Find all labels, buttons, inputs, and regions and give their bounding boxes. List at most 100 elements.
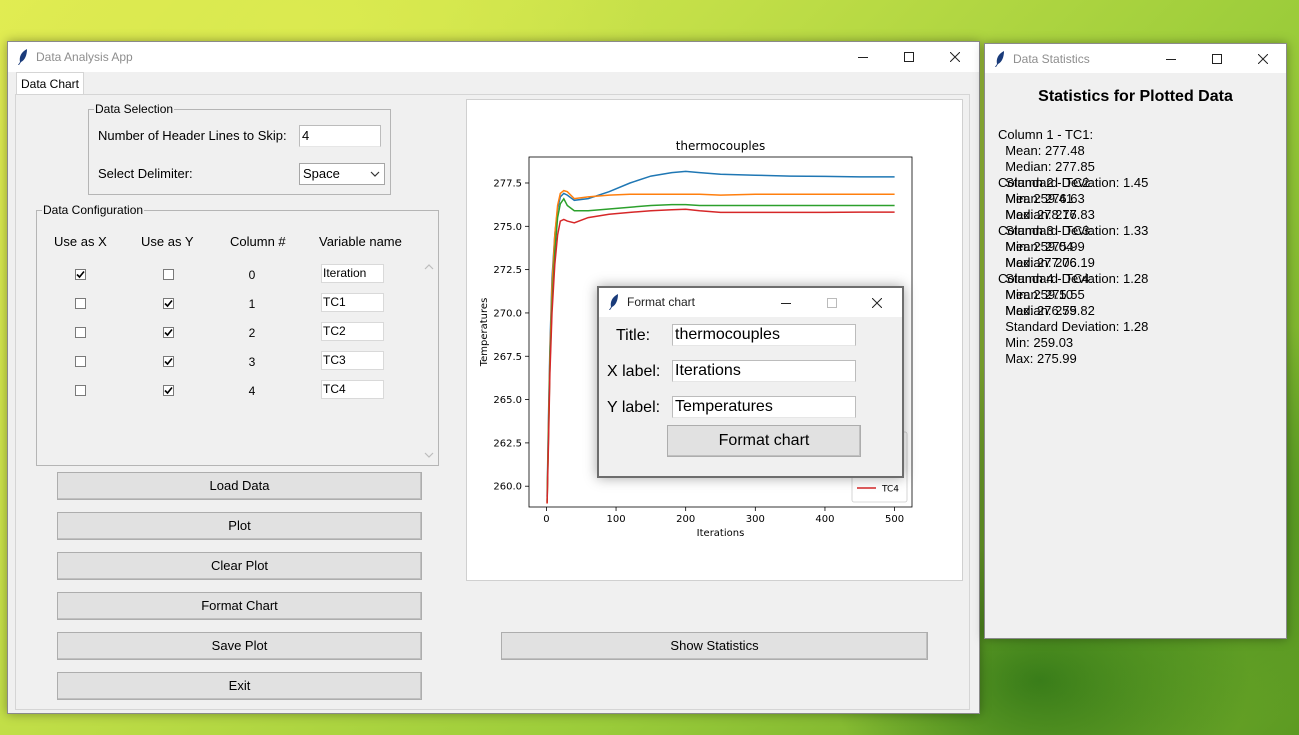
column-number: 0 — [248, 268, 256, 282]
x-tick-label: 200 — [676, 514, 695, 525]
save-plot-button[interactable]: Save Plot — [57, 632, 422, 660]
use-as-y-checkbox[interactable] — [163, 327, 174, 338]
data-selection-frame: Data Selection Number of Header Lines to… — [88, 102, 391, 195]
y-tick-label: 270.0 — [493, 308, 522, 319]
checkmark-icon — [164, 299, 173, 308]
stats-line: Mean: 276.63 — [998, 191, 1085, 206]
y-tick-label: 262.5 — [493, 438, 522, 449]
y-tick-label: 265.0 — [493, 395, 522, 406]
header-column-number: Column # — [230, 234, 286, 249]
y-tick-label: 272.5 — [493, 265, 522, 276]
tab-data-chart[interactable]: Data Chart — [16, 72, 84, 95]
column-number: 3 — [248, 355, 256, 369]
x-tick-label: 300 — [746, 514, 765, 525]
use-as-x-checkbox[interactable] — [75, 298, 86, 309]
exit-button[interactable]: Exit — [57, 672, 422, 700]
stats-line: Median: 276.83 — [998, 207, 1095, 222]
stats-line: Mean: 275.99 — [998, 239, 1085, 254]
data-configuration-frame: Data Configuration Use as X Use as Y Col… — [36, 203, 439, 466]
variable-name-input[interactable]: TC2 — [321, 322, 384, 341]
scroll-up-icon[interactable] — [422, 261, 436, 273]
use-as-x-checkbox[interactable] — [75, 385, 86, 396]
use-as-y-checkbox[interactable] — [163, 269, 174, 280]
checkmark-icon — [164, 386, 173, 395]
feather-app-icon — [18, 49, 27, 65]
format-chart-button[interactable]: Format Chart — [57, 592, 422, 620]
minimize-icon[interactable] — [1148, 44, 1194, 73]
main-titlebar[interactable]: Data Analysis App — [8, 42, 979, 72]
format-xlabel-input[interactable]: Iterations — [672, 360, 856, 382]
x-axis-label: Iterations — [697, 528, 745, 539]
plot-button[interactable]: Plot — [57, 512, 422, 540]
stats-titlebar[interactable]: Data Statistics — [985, 44, 1286, 73]
stats-line: Min: 259.03 — [998, 335, 1074, 350]
checkmark-icon — [164, 328, 173, 337]
use-as-x-checkbox[interactable] — [75, 327, 86, 338]
y-tick-label: 260.0 — [493, 482, 522, 493]
stats-line: Max: 275.99 — [998, 351, 1077, 366]
use-as-x-checkbox[interactable] — [75, 269, 86, 280]
statistics-window: Data Statistics Statistics for Plotted D… — [984, 43, 1287, 639]
scroll-down-icon[interactable] — [422, 449, 436, 461]
feather-app-icon — [995, 51, 1004, 67]
format-title-input[interactable]: thermocouples — [672, 324, 856, 346]
use-as-y-checkbox[interactable] — [163, 356, 174, 367]
close-icon[interactable] — [932, 42, 978, 72]
variable-name-input[interactable]: TC3 — [321, 351, 384, 370]
y-tick-label: 277.5 — [493, 178, 522, 189]
delimiter-label: Select Delimiter: — [98, 166, 193, 181]
header-lines-input[interactable]: 4 — [299, 125, 381, 147]
minimize-icon[interactable] — [763, 288, 809, 317]
stats-line: Mean: 277.48 — [998, 143, 1085, 158]
use-as-x-checkbox[interactable] — [75, 356, 86, 367]
maximize-icon[interactable] — [886, 42, 932, 72]
minimize-icon[interactable] — [840, 42, 886, 72]
close-icon[interactable] — [854, 288, 900, 317]
data-selection-legend: Data Selection — [94, 102, 175, 116]
format-dialog-titlebar[interactable]: Format chart — [599, 288, 902, 317]
feather-app-icon — [609, 294, 618, 310]
format-title-label: Title: — [616, 327, 651, 344]
stats-heading: Statistics for Plotted Data — [1038, 88, 1233, 105]
maximize-icon[interactable] — [1194, 44, 1240, 73]
header-use-y: Use as Y — [141, 234, 194, 249]
format-chart-dialog: Format chart Title: thermocouples X labe… — [597, 286, 904, 478]
maximize-icon — [809, 288, 855, 317]
load-data-button[interactable]: Load Data — [57, 472, 422, 500]
format-dialog-title: Format chart — [627, 295, 696, 309]
stats-column-block: Column 1 - TC1: Mean: 277.48 Median: 277… — [998, 127, 1148, 222]
use-as-y-checkbox[interactable] — [163, 298, 174, 309]
header-lines-label: Number of Header Lines to Skip: — [98, 128, 287, 143]
variable-name-input[interactable]: TC1 — [321, 293, 384, 312]
stats-line: Median: 275.82 — [998, 303, 1095, 318]
config-scrollbar[interactable] — [422, 259, 436, 463]
close-icon[interactable] — [1240, 44, 1286, 73]
clear-plot-button[interactable]: Clear Plot — [57, 552, 422, 580]
column-number: 4 — [248, 384, 256, 398]
data-configuration-legend: Data Configuration — [42, 203, 145, 217]
stats-line: Standard Deviation: 1.28 — [998, 319, 1149, 334]
delimiter-select[interactable]: Space — [299, 163, 385, 185]
checkmark-icon — [76, 270, 85, 279]
checkmark-icon — [164, 357, 173, 366]
y-tick-label: 275.0 — [493, 222, 522, 233]
stats-line: Median: 276.19 — [998, 255, 1095, 270]
y-tick-label: 267.5 — [493, 352, 522, 363]
x-tick-label: 0 — [543, 514, 549, 525]
variable-name-input[interactable]: Iteration — [321, 264, 384, 283]
header-variable-name: Variable name — [319, 234, 402, 249]
y-axis-label: Temperatures — [479, 298, 490, 368]
format-ylabel-input[interactable]: Temperatures — [672, 396, 856, 418]
format-ylabel-label: Y label: — [607, 399, 661, 416]
chevron-down-icon — [370, 171, 380, 177]
delimiter-value: Space — [303, 166, 340, 181]
format-xlabel-label: X label: — [607, 363, 661, 380]
show-statistics-button[interactable]: Show Statistics — [501, 632, 928, 660]
x-tick-label: 400 — [815, 514, 834, 525]
variable-name-input[interactable]: TC4 — [321, 380, 384, 399]
format-chart-apply-button[interactable]: Format chart — [667, 425, 861, 457]
header-use-x: Use as X — [54, 234, 107, 249]
use-as-y-checkbox[interactable] — [163, 385, 174, 396]
main-window-title: Data Analysis App — [36, 50, 133, 64]
x-tick-label: 100 — [606, 514, 625, 525]
